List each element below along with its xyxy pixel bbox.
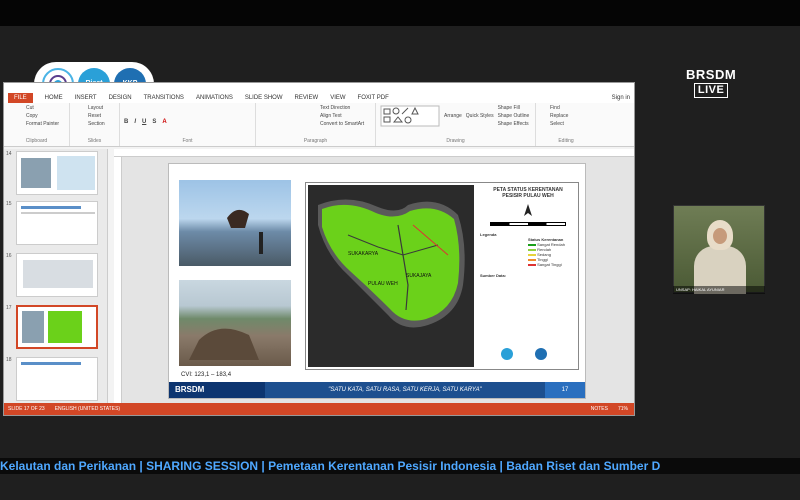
thumb-number: 18 xyxy=(6,357,12,363)
kkp-logo-icon xyxy=(501,348,513,360)
shape-fill-button[interactable]: Shape Fill xyxy=(498,105,530,111)
font-color-icon[interactable]: A xyxy=(162,119,166,125)
text-direction-button[interactable]: Text Direction xyxy=(320,105,371,111)
footer-slogan: "SATU KATA, SATU RASA, SATU KERJA, SATU … xyxy=(328,387,482,393)
thumb-number: 15 xyxy=(6,201,12,207)
tab-animations[interactable]: ANIMATIONS xyxy=(196,95,233,101)
ribbon-group-editing: Find Replace Select Editing xyxy=(536,103,596,146)
arrange-button[interactable]: Arrange xyxy=(444,105,462,127)
group-label-editing: Editing xyxy=(558,138,574,144)
live-badge: LIVE xyxy=(693,83,729,98)
map-subtitle: PESISIR PULAU WEH xyxy=(502,193,554,199)
slide-thumbnail[interactable] xyxy=(16,253,98,297)
current-slide: CVI: 123,1 – 183,4 SUKAKARYA SUKAJAYA PU… xyxy=(168,163,586,399)
presenter-webcam xyxy=(673,205,765,294)
channel-name: BRSDM xyxy=(686,67,737,82)
map-label-sukakarya: SUKAKARYA xyxy=(348,251,379,257)
ribbon-group-font: BIUSA Font xyxy=(120,103,256,146)
status-bar: SLIDE 17 OF 23 ENGLISH (UNITED STATES) N… xyxy=(4,403,634,415)
cvi-range: CVI: 123,1 – 183,4 xyxy=(181,372,232,378)
map-legend: PETA STATUS KERENTANAN PESISIR PULAU WEH… xyxy=(480,187,576,367)
ppt-titlebar xyxy=(4,83,634,93)
smartart-button[interactable]: Convert to SmartArt xyxy=(320,121,371,127)
shape-outline-button[interactable]: Shape Outline xyxy=(498,113,530,119)
ribbon-group-clipboard: Cut Copy Format Painter Clipboard xyxy=(4,103,70,146)
footer-brand: BRSDM xyxy=(169,382,265,398)
find-button[interactable]: Find xyxy=(550,105,592,111)
vulnerability-map: SUKAKARYA SUKAJAYA PULAU WEH PETA STATUS… xyxy=(305,182,579,370)
section-button[interactable]: Section xyxy=(88,121,115,127)
group-label-clipboard: Clipboard xyxy=(25,138,48,144)
coast-photo-1 xyxy=(179,180,291,266)
webcam-name-label: UNSAP: HAIKAL AYUNIAR xyxy=(673,286,765,294)
tab-foxit[interactable]: FOXIT PDF xyxy=(358,95,389,101)
ribbon: Cut Copy Format Painter Clipboard Layout… xyxy=(4,103,634,147)
thumb-number: 14 xyxy=(6,151,12,157)
group-label-font: Font xyxy=(182,138,193,144)
coast-photo-2 xyxy=(179,280,291,366)
tab-home[interactable]: HOME xyxy=(45,95,63,101)
shape-effects-button[interactable]: Shape Effects xyxy=(498,121,530,127)
replace-button[interactable]: Replace xyxy=(550,113,592,119)
reset-button[interactable]: Reset xyxy=(88,113,115,119)
stream-stage: Riset KKP BRSDM LIVE FILE HOME INSERT DE… xyxy=(0,0,800,500)
tab-design[interactable]: DESIGN xyxy=(109,95,132,101)
group-label-drawing: Drawing xyxy=(446,138,465,144)
bold-button[interactable]: B xyxy=(124,119,128,125)
scale-bar xyxy=(490,222,566,226)
slide-thumbnail[interactable] xyxy=(16,357,98,401)
map-label-pulau-weh: PULAU WEH xyxy=(368,281,398,287)
slide-thumbnail-selected[interactable] xyxy=(16,305,98,349)
cut-button[interactable]: Cut xyxy=(26,105,65,111)
horizontal-ruler xyxy=(114,149,634,157)
map-label-sukajaya: SUKAJAYA xyxy=(406,273,432,279)
ribbon-tabs: FILE HOME INSERT DESIGN TRANSITIONS ANIM… xyxy=(4,93,634,103)
presenter-face xyxy=(713,228,727,244)
group-label-paragraph: Paragraph xyxy=(303,138,328,144)
underline-button[interactable]: U xyxy=(142,119,146,125)
top-letterbox xyxy=(0,0,800,26)
notes-button[interactable]: NOTES xyxy=(591,406,608,412)
strike-button[interactable]: S xyxy=(152,119,156,125)
tab-view[interactable]: VIEW xyxy=(330,95,345,101)
ribbon-group-drawing: Arrange Quick Styles Shape Fill Shape Ou… xyxy=(376,103,536,146)
slide-counter: SLIDE 17 OF 23 xyxy=(8,406,45,412)
layout-button[interactable]: Layout xyxy=(88,105,115,111)
select-button[interactable]: Select xyxy=(550,121,592,127)
quick-styles-button[interactable]: Quick Styles xyxy=(466,105,494,127)
legend-item: Sangat Tinggi xyxy=(528,262,576,267)
tab-review[interactable]: REVIEW xyxy=(295,95,319,101)
tab-file[interactable]: FILE xyxy=(8,93,33,103)
source-title: Sumber Data: xyxy=(480,273,507,278)
slide-thumbnail[interactable] xyxy=(16,201,98,245)
news-ticker: Kelautan dan Perikanan | SHARING SESSION… xyxy=(0,458,800,474)
thumb-number: 17 xyxy=(6,305,12,311)
vertical-ruler xyxy=(114,157,122,403)
language-indicator: ENGLISH (UNITED STATES) xyxy=(54,406,121,412)
ribbon-group-slides: Layout Reset Section Slides xyxy=(70,103,120,146)
slide-page-number: 17 xyxy=(545,382,585,398)
shapes-gallery-icon[interactable] xyxy=(380,105,440,127)
sign-in-link[interactable]: Sign in xyxy=(612,95,630,101)
north-arrow-icon xyxy=(480,203,576,218)
copy-button[interactable]: Copy xyxy=(26,113,65,119)
thumb-number: 16 xyxy=(6,253,12,259)
tab-slideshow[interactable]: SLIDE SHOW xyxy=(245,95,283,101)
agency-logos xyxy=(500,347,548,361)
brsdm-logo-icon xyxy=(535,348,547,360)
tab-transitions[interactable]: TRANSITIONS xyxy=(144,95,184,101)
format-painter-button[interactable]: Format Painter xyxy=(26,121,65,127)
italic-button[interactable]: I xyxy=(134,119,136,125)
slide-thumbnails-pane: 14 15 16 17 18 xyxy=(4,149,108,403)
align-text-button[interactable]: Align Text xyxy=(320,113,371,119)
slide-footer: BRSDM "SATU KATA, SATU RASA, SATU KERJA,… xyxy=(169,382,585,398)
zoom-level[interactable]: 71% xyxy=(618,406,628,412)
tab-insert[interactable]: INSERT xyxy=(75,95,97,101)
channel-logo: BRSDM LIVE xyxy=(686,68,736,98)
slide-thumbnail[interactable] xyxy=(16,151,98,195)
group-label-slides: Slides xyxy=(87,138,102,144)
ribbon-group-paragraph: Text Direction Align Text Convert to Sma… xyxy=(256,103,376,146)
map-panel: SUKAKARYA SUKAJAYA PULAU WEH xyxy=(308,185,474,367)
